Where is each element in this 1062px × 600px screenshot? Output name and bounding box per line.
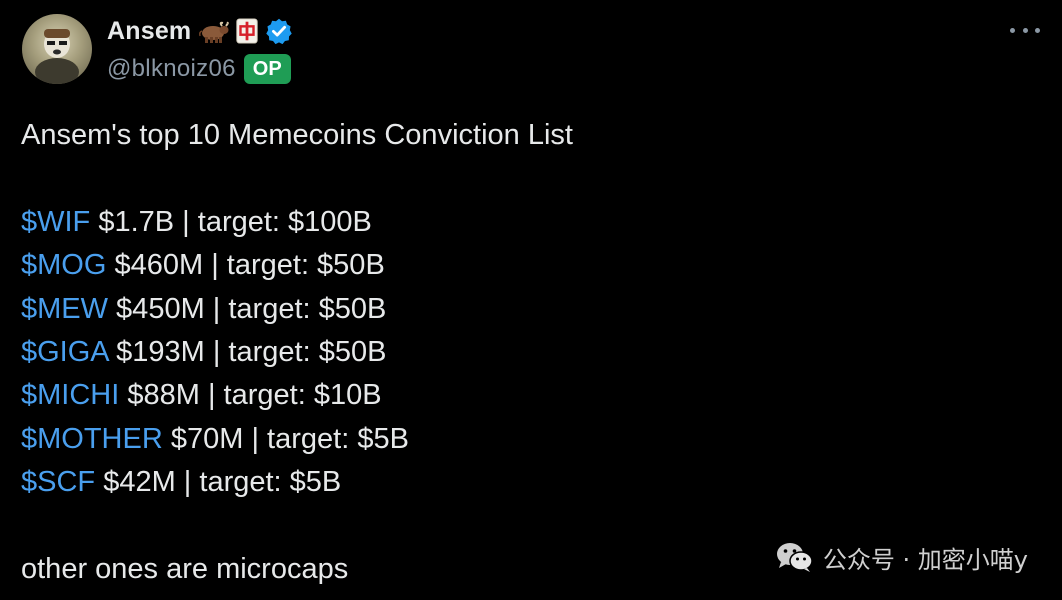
watermark-text: 公众号 · 加密小喵y xyxy=(822,545,1028,574)
cashtag-link[interactable]: $WIF xyxy=(21,206,90,238)
coin-line: $MICHI $88M | target: $10B xyxy=(21,374,921,417)
coin-details: $88M | target: $10B xyxy=(119,379,382,412)
cashtag-link[interactable]: $MEW xyxy=(21,293,108,325)
coin-details: $1.7B | target: $100B xyxy=(90,205,372,238)
op-badge: OP xyxy=(243,54,291,84)
tweet-text: Ansem's top 10 Memecoins Conviction List… xyxy=(21,114,921,591)
coin-line: $SCF $42M | target: $5B xyxy=(21,461,921,504)
author-display-name[interactable]: Ansem xyxy=(107,17,191,46)
tweet-title: Ansem's top 10 Memecoins Conviction List xyxy=(21,119,573,151)
tweet-card: Ansem @blknoiz06 OP Ansem's top 10 Memec… xyxy=(0,0,1062,600)
cashtag-link[interactable]: $MICHI xyxy=(21,379,119,411)
coin-details: $193M | target: $50B xyxy=(108,335,387,368)
author-name-row: Ansem xyxy=(107,14,293,48)
coin-details: $450M | target: $50B xyxy=(108,292,387,325)
coin-details: $460M | target: $50B xyxy=(106,249,385,282)
more-horizontal-icon[interactable] xyxy=(1010,18,1040,42)
cashtag-link[interactable]: $MOTHER xyxy=(21,423,163,455)
coin-line: $WIF $1.7B | target: $100B xyxy=(21,201,921,244)
coin-details: $70M | target: $5B xyxy=(162,422,409,455)
coin-line: $MOTHER $70M | target: $5B xyxy=(21,418,921,461)
watermark: 公众号 · 加密小喵y xyxy=(775,537,1028,577)
coin-line: $MEW $450M | target: $50B xyxy=(21,288,921,331)
author-handle-row: @blknoiz06 OP xyxy=(107,52,291,86)
mahjong-red-dragon-icon xyxy=(235,18,259,44)
verified-badge-icon[interactable] xyxy=(265,17,293,45)
coin-line: $MOG $460M | target: $50B xyxy=(21,244,921,287)
cashtag-link[interactable]: $GIGA xyxy=(21,336,108,368)
avatar-image xyxy=(35,29,79,84)
cashtag-link[interactable]: $SCF xyxy=(21,466,95,498)
cashtag-link[interactable]: $MOG xyxy=(21,249,106,281)
water-buffalo-icon xyxy=(197,18,230,44)
coin-details: $42M | target: $5B xyxy=(95,466,342,499)
avatar[interactable] xyxy=(22,14,92,84)
coin-line: $GIGA $193M | target: $50B xyxy=(21,331,921,374)
author-handle[interactable]: @blknoiz06 xyxy=(107,55,236,83)
wechat-icon xyxy=(775,540,815,574)
